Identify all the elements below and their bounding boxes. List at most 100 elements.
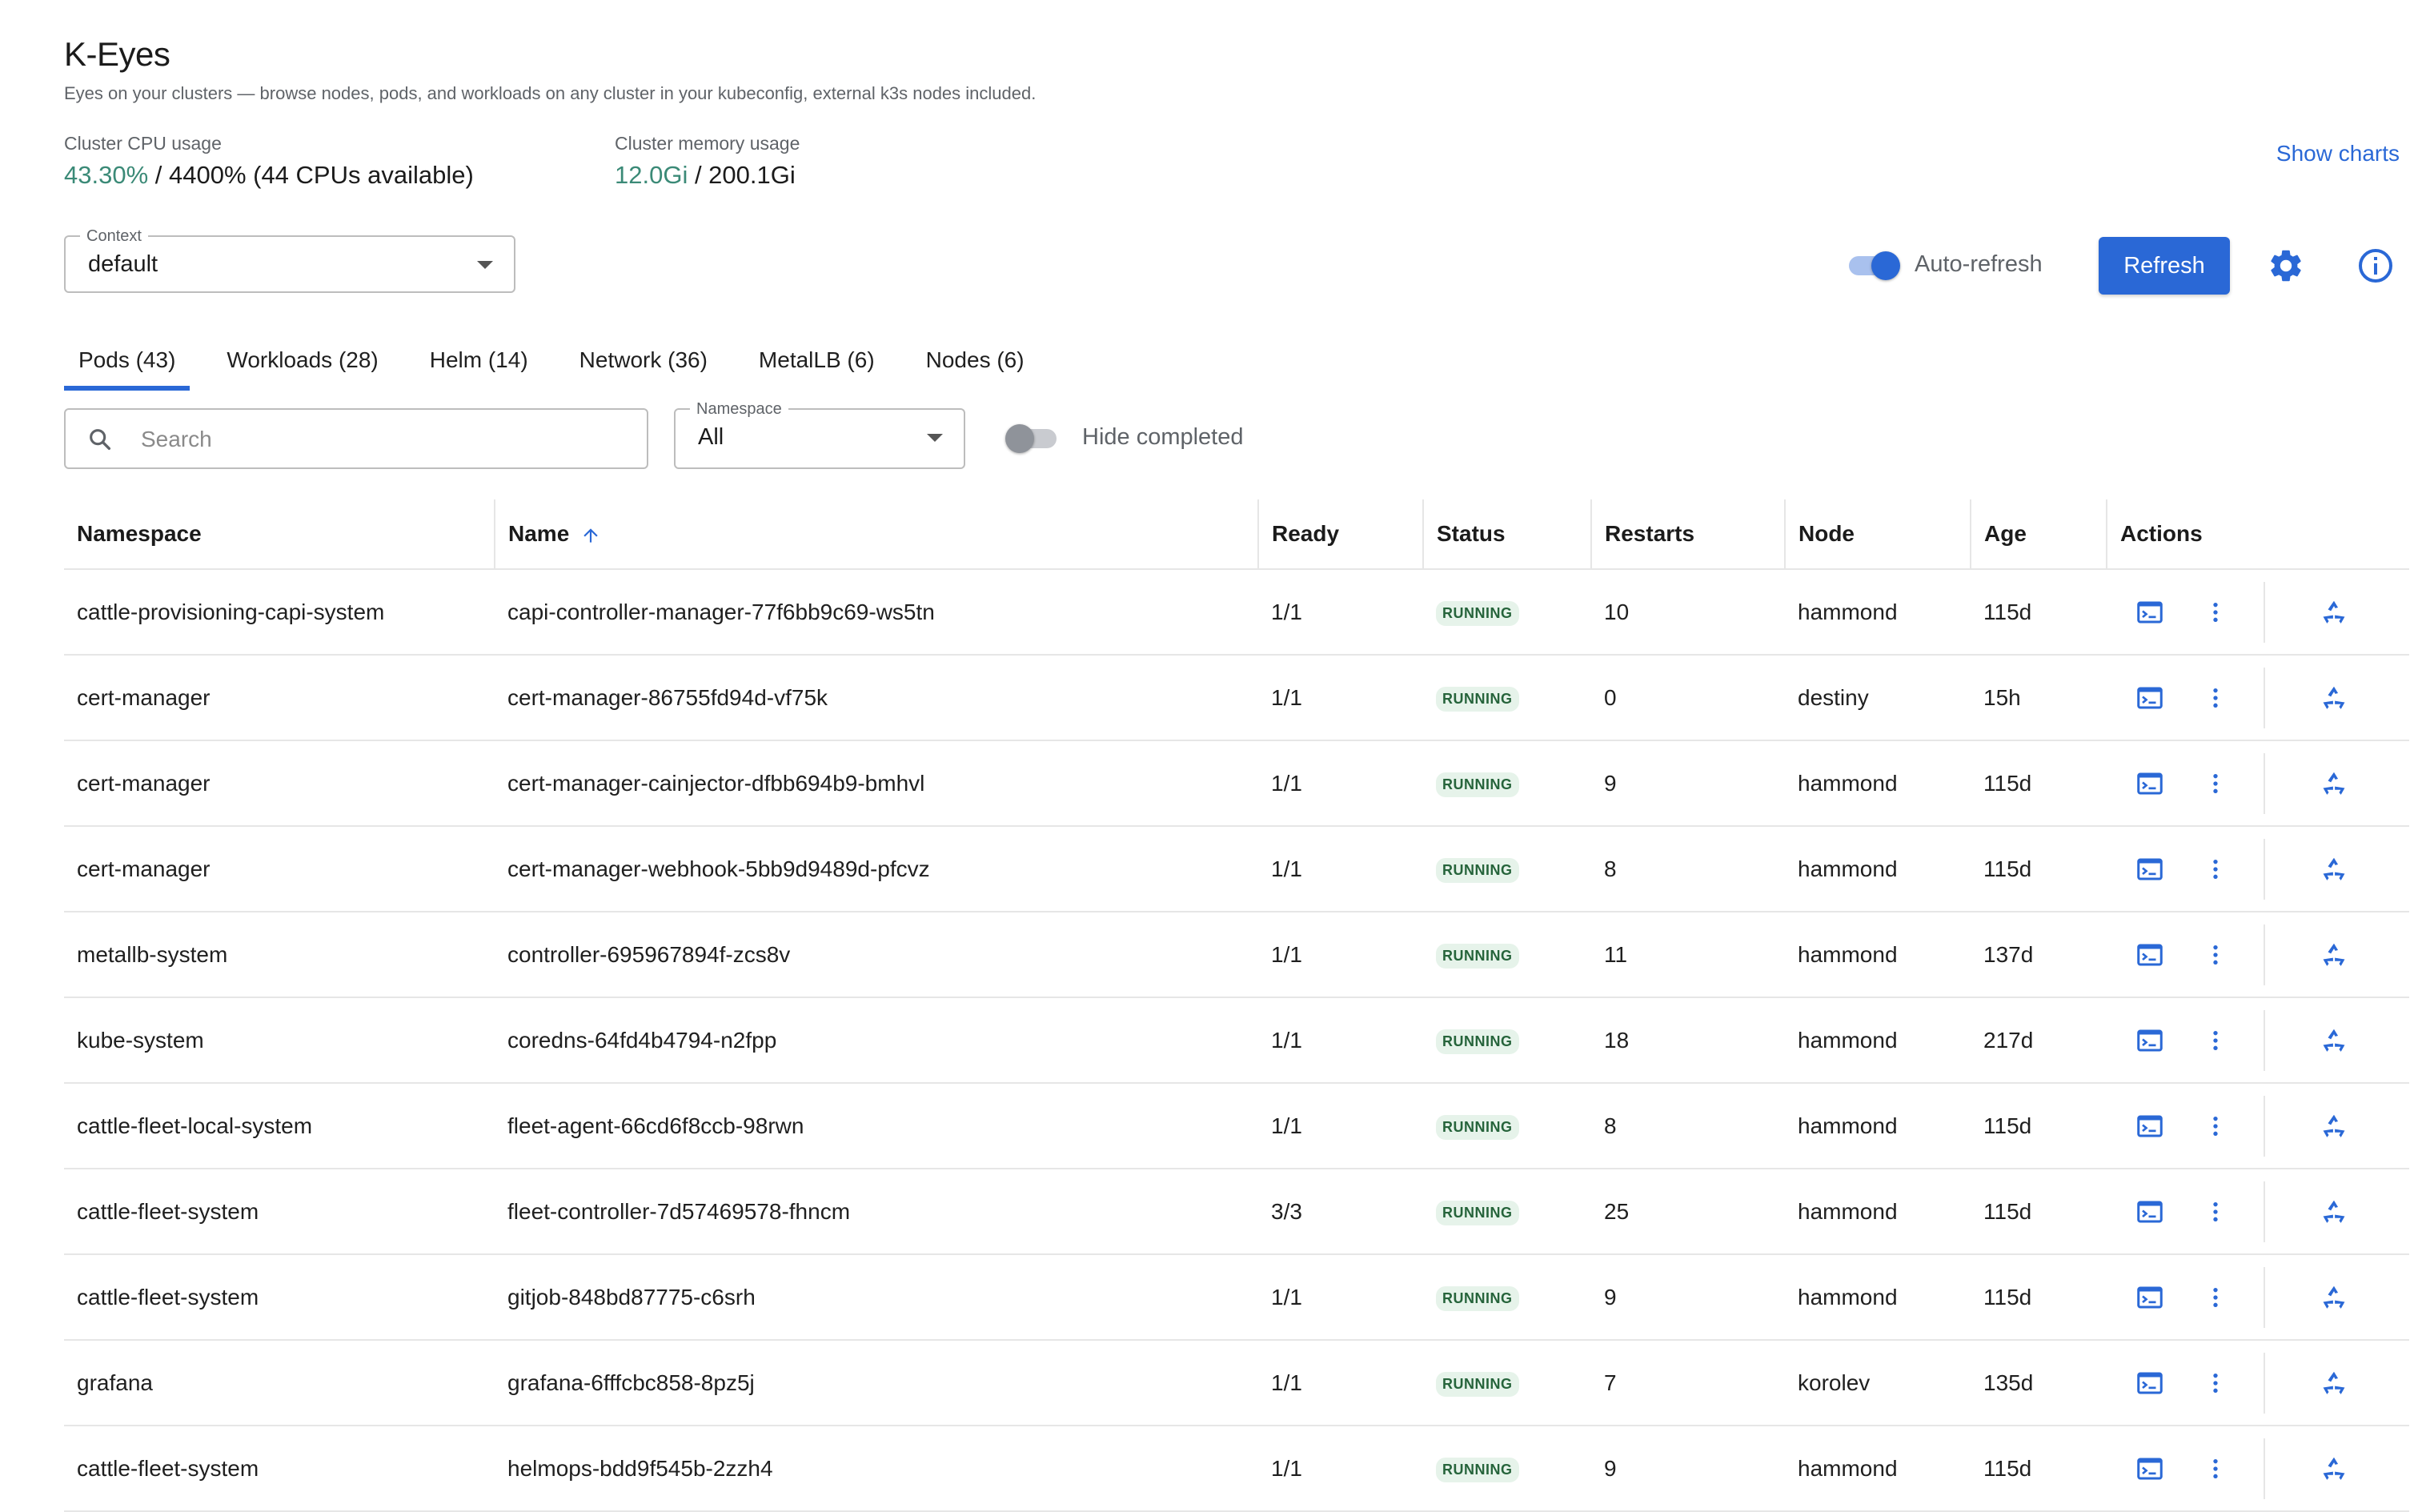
- restart-icon[interactable]: [2318, 1110, 2350, 1142]
- table-row[interactable]: kube-system coredns-64fd4b4794-n2fpp 1/1 RU…: [64, 997, 2409, 1084]
- cell-ready: 1/1: [1258, 1426, 1423, 1512]
- cell-node: hammond: [1785, 569, 1971, 656]
- table-row[interactable]: cert-manager cert-manager-webhook-5bb9d94…: [64, 826, 2409, 912]
- row-actions: [2119, 570, 2396, 653]
- cell-namespace: kube-system: [64, 997, 495, 1084]
- memory-usage-metric: Cluster memory usage 12.0Gi / 200.1Gi: [615, 133, 800, 190]
- cell-actions: [2107, 740, 2409, 827]
- tab-nodes[interactable]: Nodes (6): [912, 335, 1039, 391]
- table-row[interactable]: cert-manager cert-manager-cainjector-dfbb…: [64, 740, 2409, 827]
- cell-restarts: 8: [1591, 826, 1785, 912]
- terminal-icon[interactable]: [2134, 682, 2166, 714]
- terminal-icon[interactable]: [2134, 853, 2166, 885]
- auto-refresh-toggle[interactable]: [1849, 251, 1900, 280]
- terminal-icon[interactable]: [2134, 596, 2166, 628]
- column-header-name[interactable]: Name: [495, 499, 1259, 570]
- tab-helm[interactable]: Helm (14): [415, 335, 543, 391]
- actions-divider: [2264, 667, 2265, 728]
- cell-node: hammond: [1785, 1169, 1971, 1255]
- actions-divider: [2264, 752, 2265, 814]
- cell-status: RUNNING: [1423, 655, 1591, 741]
- more-vert-icon[interactable]: [2199, 1110, 2232, 1142]
- restart-icon[interactable]: [2318, 853, 2350, 885]
- terminal-icon[interactable]: [2134, 1281, 2166, 1313]
- table-row[interactable]: grafana grafana-6fffcbc858-8pz5j 1/1 RUNNIN…: [64, 1340, 2409, 1426]
- column-header-age[interactable]: Age: [1971, 499, 2107, 570]
- namespace-value: All: [698, 424, 724, 450]
- cell-ready: 1/1: [1258, 826, 1423, 912]
- table-row[interactable]: cattle-fleet-system fleet-controller-7d57…: [64, 1169, 2409, 1255]
- tab-workloads[interactable]: Workloads (28): [212, 335, 392, 391]
- search-field[interactable]: [64, 408, 648, 469]
- show-charts-link[interactable]: Show charts: [2276, 141, 2400, 166]
- column-header-namespace[interactable]: Namespace: [64, 499, 495, 570]
- restart-icon[interactable]: [2318, 939, 2350, 971]
- cell-ready: 1/1: [1258, 912, 1423, 998]
- cell-ready: 1/1: [1258, 569, 1423, 656]
- tab-network[interactable]: Network (36): [565, 335, 722, 391]
- restart-icon[interactable]: [2318, 1367, 2350, 1399]
- more-vert-icon[interactable]: [2199, 1025, 2232, 1057]
- cell-name: fleet-agent-66cd6f8ccb-98rwn: [495, 1083, 1258, 1169]
- hide-completed-toggle[interactable]: [1005, 424, 1057, 453]
- restart-icon[interactable]: [2318, 1025, 2350, 1057]
- cell-namespace: cert-manager: [64, 740, 495, 827]
- cell-actions: [2107, 997, 2409, 1084]
- table-row[interactable]: cattle-fleet-system gitjob-848bd87775-c6s…: [64, 1254, 2409, 1341]
- restart-icon[interactable]: [2318, 1453, 2350, 1485]
- more-vert-icon[interactable]: [2199, 1367, 2232, 1399]
- context-select[interactable]: Context default: [64, 227, 515, 293]
- column-header-ready[interactable]: Ready: [1258, 499, 1424, 570]
- cell-ready: 1/1: [1258, 740, 1423, 827]
- table-row[interactable]: metallb-system controller-695967894f-zcs8…: [64, 912, 2409, 998]
- table-row[interactable]: cattle-provisioning-capi-system capi-cont…: [64, 569, 2409, 656]
- terminal-icon[interactable]: [2134, 768, 2166, 800]
- status-badge: RUNNING: [1436, 944, 1519, 969]
- namespace-select[interactable]: Namespace All: [674, 400, 965, 469]
- row-actions: [2119, 1426, 2396, 1510]
- cell-status: RUNNING: [1423, 569, 1591, 656]
- terminal-icon[interactable]: [2134, 1367, 2166, 1399]
- terminal-icon[interactable]: [2134, 1110, 2166, 1142]
- cell-actions: [2107, 655, 2409, 741]
- cell-age: 115d: [1971, 1426, 2107, 1512]
- restart-icon[interactable]: [2318, 682, 2350, 714]
- refresh-button[interactable]: Refresh: [2099, 237, 2230, 295]
- terminal-icon[interactable]: [2134, 1196, 2166, 1228]
- gear-icon[interactable]: [2267, 247, 2305, 285]
- pods-table-body: cattle-provisioning-capi-system capi-cont…: [64, 569, 2409, 1512]
- restart-icon[interactable]: [2318, 1281, 2350, 1313]
- terminal-icon[interactable]: [2134, 939, 2166, 971]
- table-row[interactable]: cert-manager cert-manager-86755fd94d-vf75…: [64, 655, 2409, 741]
- tab-pods[interactable]: Pods (43): [64, 335, 190, 391]
- info-icon[interactable]: [2356, 247, 2395, 285]
- more-vert-icon[interactable]: [2199, 596, 2232, 628]
- more-vert-icon[interactable]: [2199, 853, 2232, 885]
- more-vert-icon[interactable]: [2199, 682, 2232, 714]
- more-vert-icon[interactable]: [2199, 768, 2232, 800]
- table-row[interactable]: cattle-fleet-system helmops-bdd9f545b-2zz…: [64, 1426, 2409, 1512]
- cell-name: cert-manager-86755fd94d-vf75k: [495, 655, 1258, 741]
- more-vert-icon[interactable]: [2199, 1453, 2232, 1485]
- restart-icon[interactable]: [2318, 1196, 2350, 1228]
- column-header-node[interactable]: Node: [1785, 499, 1971, 570]
- column-header-restarts[interactable]: Restarts: [1591, 499, 1786, 570]
- restart-icon[interactable]: [2318, 596, 2350, 628]
- table-row[interactable]: cattle-fleet-local-system fleet-agent-66c…: [64, 1083, 2409, 1169]
- cell-status: RUNNING: [1423, 740, 1591, 827]
- terminal-icon[interactable]: [2134, 1025, 2166, 1057]
- column-header-status[interactable]: Status: [1423, 499, 1592, 570]
- status-badge: RUNNING: [1436, 858, 1519, 883]
- terminal-icon[interactable]: [2134, 1453, 2166, 1485]
- status-badge: RUNNING: [1436, 1372, 1519, 1397]
- cell-actions: [2107, 1169, 2409, 1255]
- tab-metallb[interactable]: MetalLB (6): [744, 335, 889, 391]
- more-vert-icon[interactable]: [2199, 1281, 2232, 1313]
- more-vert-icon[interactable]: [2199, 1196, 2232, 1228]
- restart-icon[interactable]: [2318, 768, 2350, 800]
- actions-divider: [2264, 1438, 2265, 1499]
- search-input[interactable]: [139, 421, 623, 458]
- more-vert-icon[interactable]: [2199, 939, 2232, 971]
- status-badge: RUNNING: [1436, 1286, 1519, 1311]
- status-badge: RUNNING: [1436, 772, 1519, 797]
